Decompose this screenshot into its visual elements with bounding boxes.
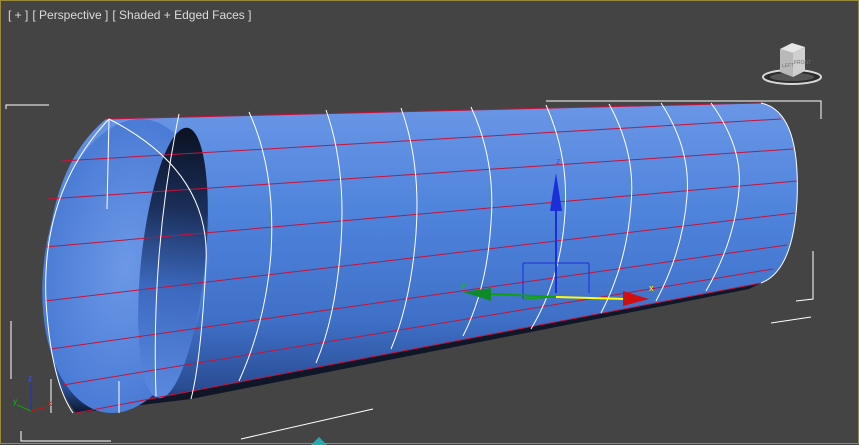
scene-canvas[interactable]: z y x z y x [1,1,859,445]
world-axis-z-label: z [28,374,32,383]
gizmo-y-label: y [461,280,466,290]
viewcube-front-face-label[interactable]: FRONT [794,60,811,66]
tube-object[interactable] [24,102,798,424]
world-axis-y-label: y [13,397,17,406]
world-axis-x-label: x [48,399,52,408]
world-axis-tripod: z y x [13,374,52,412]
viewcube-left-face-label[interactable]: LEFT [782,62,795,69]
gizmo-z-label: z [556,156,561,166]
perspective-viewport[interactable]: [ + ] [ Perspective ] [ Shaded + Edged F… [0,0,859,445]
gizmo-x-label: x [649,283,654,293]
viewcube-icon[interactable]: LEFT FRONT [761,39,823,87]
